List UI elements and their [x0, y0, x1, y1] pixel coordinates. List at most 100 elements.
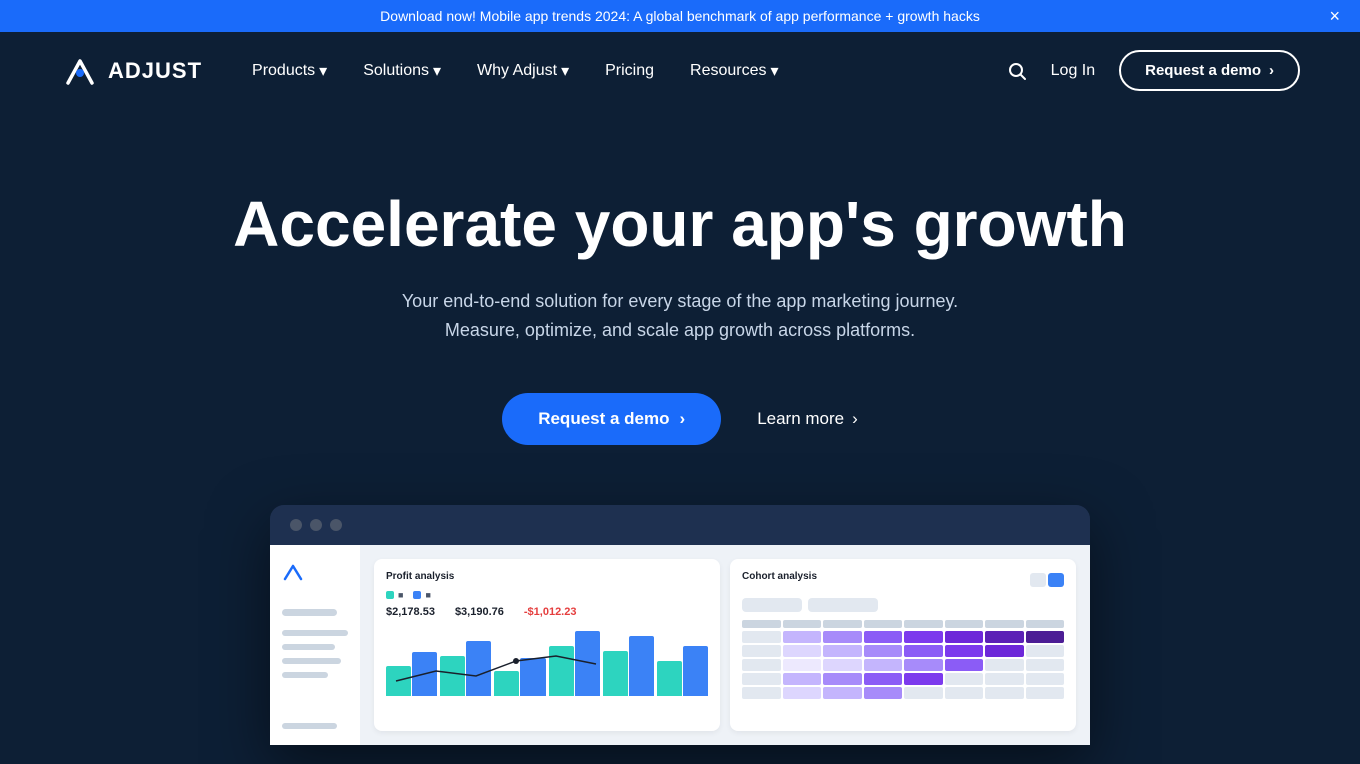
login-button[interactable]: Log In	[1051, 62, 1095, 80]
bar-blue-5	[629, 636, 654, 696]
cohort-table-body	[742, 631, 1064, 699]
dashboard-window: Profit analysis ■ ■ $	[270, 505, 1090, 745]
bar-blue-6	[683, 646, 708, 696]
profit-value-2: $3,190.76	[455, 606, 504, 618]
bar-teal-2	[440, 656, 465, 696]
bar-blue-1	[412, 652, 437, 696]
window-titlebar	[270, 505, 1090, 545]
nav-link-why-adjust[interactable]: Why Adjust ▾	[477, 61, 569, 81]
legend-dot-teal	[386, 591, 394, 599]
banner-close-button[interactable]: ×	[1329, 7, 1340, 25]
cohort-dimension-filter	[808, 598, 878, 612]
bar-teal-1	[386, 666, 411, 696]
hero-learn-more-button[interactable]: Learn more ›	[757, 409, 858, 429]
sidebar-nav-item-2	[282, 644, 335, 650]
arrow-right-icon: ›	[1269, 62, 1274, 79]
cohort-row-3	[742, 659, 1064, 671]
logo[interactable]: ADJUST	[60, 51, 202, 91]
nav-request-demo-button[interactable]: Request a demo ›	[1119, 50, 1300, 91]
dashboard-content: Profit analysis ■ ■ $	[360, 545, 1090, 745]
cohort-toggle-grid	[1048, 573, 1064, 587]
nav-links: Products ▾ Solutions ▾ Why Adjust ▾ Pric…	[252, 61, 1007, 81]
nav-link-pricing[interactable]: Pricing	[605, 62, 654, 80]
chevron-down-icon: ▾	[561, 61, 569, 81]
bar-teal-4	[549, 646, 574, 696]
legend-blue: ■	[413, 590, 430, 600]
logo-icon	[60, 51, 100, 91]
cohort-filters	[742, 598, 1064, 612]
arrow-right-icon: ›	[852, 409, 858, 429]
cohort-header-cell	[783, 620, 822, 628]
bar-blue-3	[520, 658, 545, 696]
main-nav: ADJUST Products ▾ Solutions ▾ Why Adjust…	[0, 32, 1360, 109]
profit-values: $2,178.53 $3,190.76 -$1,012.23	[386, 606, 708, 618]
cohort-header-cell	[945, 620, 984, 628]
legend-dot-blue	[413, 591, 421, 599]
hero-section: Accelerate your app's growth Your end-to…	[0, 109, 1360, 505]
bar-group-1	[386, 652, 437, 696]
announcement-banner: Download now! Mobile app trends 2024: A …	[0, 0, 1360, 32]
bar-teal-3	[494, 671, 519, 696]
window-dot-1	[290, 519, 302, 531]
cohort-row-1	[742, 631, 1064, 643]
cohort-table-header	[742, 620, 1064, 628]
sidebar-nav-item-3	[282, 658, 341, 664]
profit-value-1: $2,178.53	[386, 606, 435, 618]
cohort-row-4	[742, 673, 1064, 685]
chevron-down-icon: ▾	[433, 61, 441, 81]
bar-teal-6	[657, 661, 682, 696]
cohort-header-cell	[1026, 620, 1065, 628]
profit-panel-title: Profit analysis	[386, 571, 708, 582]
bar-teal-5	[603, 651, 628, 696]
sidebar-bottom-item	[282, 723, 337, 729]
bar-chart	[386, 626, 708, 696]
cohort-header-cell	[864, 620, 903, 628]
bar-group-3	[494, 658, 545, 696]
cohort-row-5	[742, 687, 1064, 699]
profit-chart	[386, 626, 708, 696]
dashboard-preview-section: Profit analysis ■ ■ $	[0, 505, 1360, 745]
cohort-toggle-list	[1030, 573, 1046, 587]
nav-link-solutions[interactable]: Solutions ▾	[363, 61, 441, 81]
search-icon	[1007, 61, 1027, 81]
bar-group-4	[549, 631, 600, 696]
nav-link-resources[interactable]: Resources ▾	[690, 61, 779, 81]
bar-group-5	[603, 636, 654, 696]
cohort-view-toggle	[1030, 573, 1064, 587]
dashboard-body: Profit analysis ■ ■ $	[270, 545, 1090, 745]
cohort-analysis-panel: Cohort analysis	[730, 559, 1076, 731]
hero-request-demo-button[interactable]: Request a demo ›	[502, 393, 721, 445]
banner-text: Download now! Mobile app trends 2024: A …	[380, 8, 980, 24]
cohort-panel-title: Cohort analysis	[742, 571, 817, 582]
hero-actions: Request a demo › Learn more ›	[40, 393, 1320, 445]
sidebar-nav-item-1	[282, 630, 348, 636]
chevron-down-icon: ▾	[319, 61, 327, 81]
window-dot-2	[310, 519, 322, 531]
cohort-header-cell	[985, 620, 1024, 628]
dashboard-logo	[282, 561, 304, 589]
cohort-metric-filter	[742, 598, 802, 612]
window-dot-3	[330, 519, 342, 531]
bar-blue-2	[466, 641, 491, 696]
logo-text: ADJUST	[108, 58, 202, 84]
cohort-header-cell	[823, 620, 862, 628]
cohort-header-cell	[742, 620, 781, 628]
sidebar-line-1	[282, 609, 337, 616]
bar-group-6	[657, 646, 708, 696]
arrow-right-icon: ›	[680, 409, 686, 429]
hero-title: Accelerate your app's growth	[230, 189, 1130, 259]
nav-link-products[interactable]: Products ▾	[252, 61, 327, 81]
search-button[interactable]	[1007, 61, 1027, 81]
cohort-header: Cohort analysis	[742, 571, 1064, 590]
profit-legends: ■ ■	[386, 590, 708, 600]
hero-subtitle: Your end-to-end solution for every stage…	[370, 287, 990, 345]
dashboard-sidebar	[270, 545, 360, 745]
legend-teal: ■	[386, 590, 403, 600]
bar-blue-4	[575, 631, 600, 696]
chevron-down-icon: ▾	[771, 61, 779, 81]
cohort-row-2	[742, 645, 1064, 657]
profit-value-3: -$1,012.23	[524, 606, 577, 618]
sidebar-nav-item-4	[282, 672, 328, 678]
bar-group-2	[440, 641, 491, 696]
nav-actions: Log In Request a demo ›	[1007, 50, 1300, 91]
